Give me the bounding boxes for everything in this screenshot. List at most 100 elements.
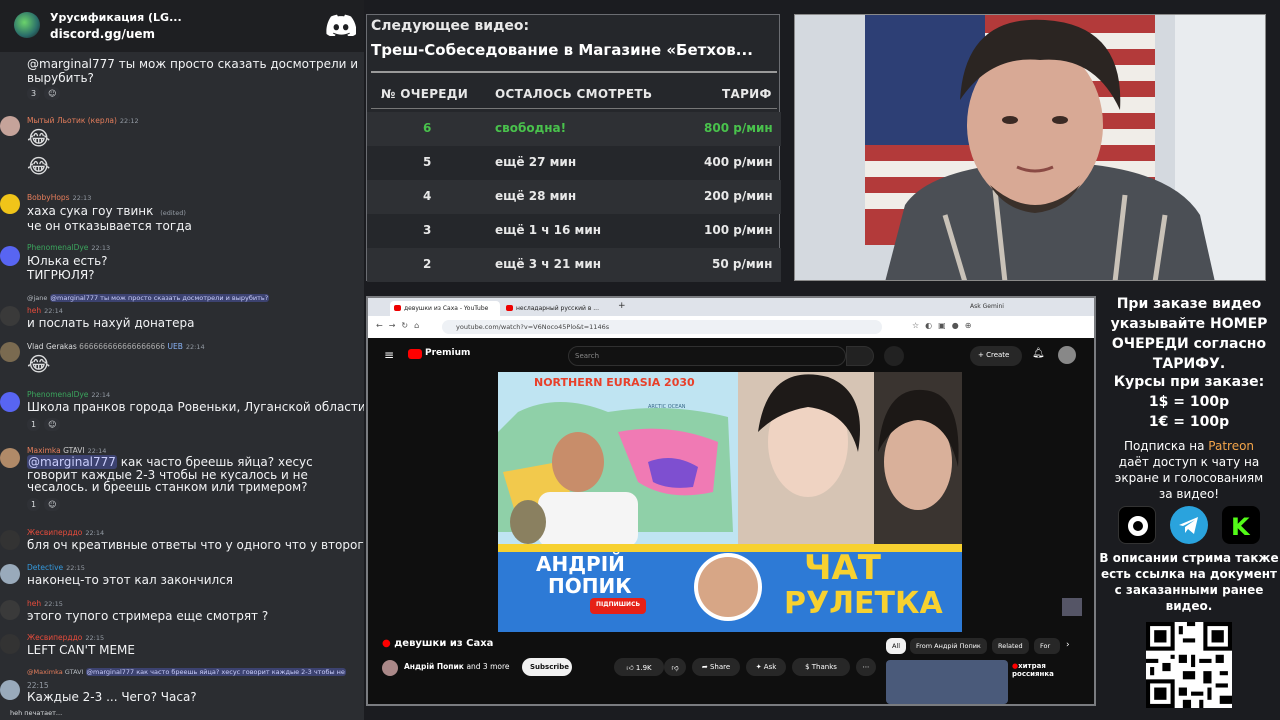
search-icon[interactable] xyxy=(846,346,874,366)
avatar[interactable] xyxy=(0,342,20,362)
server-icon xyxy=(14,12,40,38)
patreon-icon[interactable] xyxy=(1118,506,1156,544)
avatar[interactable] xyxy=(0,246,20,266)
video-name-line2: ПОПИК xyxy=(548,574,632,598)
ask-button[interactable]: ✦ Ask xyxy=(746,658,786,676)
discord-chat-panel: Урусификация (LG... discord.gg/uem @marg… xyxy=(0,0,364,720)
miniplayer-thumbnail[interactable] xyxy=(1062,598,1082,616)
menu-icon[interactable]: ≡ xyxy=(384,348,394,362)
username[interactable]: Жесвиперддо 22:15 xyxy=(27,633,104,642)
reaction-bar[interactable]: 1 ☺ xyxy=(27,497,61,511)
timestamp: 22:13 xyxy=(91,244,111,252)
reaction-count[interactable]: 3 xyxy=(27,86,41,100)
reaction-count[interactable]: 1 xyxy=(27,497,41,511)
description-info: В описании стрима также есть ссылка на д… xyxy=(1099,551,1279,613)
chip-for-you[interactable]: For xyxy=(1034,638,1060,654)
like-button[interactable]: 👍︎ 1.9K xyxy=(614,658,664,676)
message-text: бля оч креативные ответы что у одного чт… xyxy=(27,538,364,552)
create-button[interactable]: + Create xyxy=(970,346,1022,366)
new-tab-button[interactable]: + xyxy=(618,301,626,311)
url-field[interactable]: youtube.com/watch?v=V6Noco45Plo&t=1146s xyxy=(442,320,882,334)
recommended-title[interactable]: ●хитрая россиянка xyxy=(1012,662,1054,678)
qr-code-icon[interactable] xyxy=(1146,622,1232,708)
subscribe-button[interactable]: Subscribe xyxy=(522,658,572,676)
timestamp: 22:13 xyxy=(72,194,92,202)
queue-rate: 400 р/мин xyxy=(704,155,773,169)
bell-icon[interactable]: 🔔︎ xyxy=(1032,348,1045,359)
username[interactable]: PhenomenalDye 22:13 xyxy=(27,243,110,252)
rates-title: Курсы при заказе: xyxy=(1113,374,1265,390)
patreon-link[interactable]: Patreon xyxy=(1208,439,1254,453)
channel-avatar[interactable] xyxy=(382,660,398,676)
avatar[interactable] xyxy=(0,306,20,326)
recommended-thumbnail[interactable] xyxy=(886,660,1008,704)
reply-preview[interactable]: @Maximka GTAVI @marginal777 как часто бр… xyxy=(27,668,346,676)
share-button[interactable]: ➦ Share xyxy=(692,658,740,676)
message-text: LEFT CAN'T MEME xyxy=(27,643,135,657)
message-text: Каждые 2-3 ... Чего? Часа? xyxy=(27,690,197,704)
mic-icon[interactable] xyxy=(884,346,904,366)
typing-indicator: heh печатает... xyxy=(10,709,63,717)
avatar[interactable] xyxy=(0,116,20,136)
username[interactable]: Vlad Gerakas 666666666666666666 UEB 22:14 xyxy=(27,342,205,351)
server-invite[interactable]: discord.gg/uem xyxy=(50,27,155,41)
add-reaction-icon[interactable]: ☺ xyxy=(44,417,61,431)
message-text: @marginal777 как часто бреешь яйца? хесу… xyxy=(27,455,313,494)
avatar[interactable] xyxy=(0,392,20,412)
queue-rate: 50 р/мин xyxy=(712,257,773,271)
youtube-icon xyxy=(394,305,401,311)
info-panel: При заказе видео указывайте НОМЕР ОЧЕРЕД… xyxy=(1098,292,1280,720)
youtube-premium-logo[interactable]: Premium xyxy=(425,348,470,358)
tab-youtube[interactable]: девушки из Саха - YouTube xyxy=(390,301,500,316)
channel-name[interactable]: Андрій Попик and 3 more xyxy=(404,662,510,671)
reaction-bar[interactable]: 3 ☺ xyxy=(27,86,61,100)
username[interactable]: heh 22:15 xyxy=(27,599,63,608)
username[interactable]: PhenomenalDye 22:14 xyxy=(27,390,110,399)
message-list: @marginal777 ты мож просто сказать досмо… xyxy=(0,52,364,720)
ask-gemini-button[interactable]: Ask Gemini xyxy=(970,303,1004,310)
kick-icon[interactable]: K xyxy=(1222,506,1260,544)
username[interactable]: Мытый Льотик (керла) 22:12 xyxy=(27,116,139,125)
reaction-bar[interactable]: 1 ☺ xyxy=(27,417,61,431)
laughing-emoji-icon: 😂 xyxy=(27,154,51,178)
avatar[interactable] xyxy=(0,530,20,550)
search-input[interactable]: Search xyxy=(568,346,846,366)
queue-number: 5 xyxy=(423,155,432,169)
add-reaction-icon[interactable]: ☺ xyxy=(44,497,61,511)
chip-from-channel[interactable]: From Андрій Попик xyxy=(910,638,987,654)
avatar[interactable] xyxy=(0,680,20,700)
chip-all[interactable]: All xyxy=(886,638,907,654)
avatar[interactable] xyxy=(0,194,20,214)
chevron-right-icon[interactable]: › xyxy=(1066,640,1070,650)
more-icon[interactable]: ⋯ xyxy=(856,658,876,676)
reply-preview[interactable]: @jane @marginal777 ты мож просто сказать… xyxy=(27,294,270,302)
youtube-logo-icon[interactable] xyxy=(408,349,422,359)
divider xyxy=(371,108,777,109)
tab-second[interactable]: несладарный русский в ... xyxy=(502,301,612,316)
username[interactable]: Maximka GTAVI 22:14 xyxy=(27,446,106,455)
avatar[interactable] xyxy=(0,448,20,468)
video-roulette-word: РУЛЕТКА xyxy=(784,586,943,621)
username[interactable]: Жесвиперддо 22:14 xyxy=(27,528,104,537)
avatar[interactable] xyxy=(0,564,20,584)
video-player[interactable]: NORTHERN EURASIA 2030 ARCTIC OCEAN АНДРІ… xyxy=(498,372,962,632)
dislike-button[interactable]: 👎︎ xyxy=(664,658,686,676)
avatar[interactable] xyxy=(0,634,20,654)
avatar[interactable] xyxy=(0,600,20,620)
queue-row: 6 свободна! 800 р/мин xyxy=(367,112,781,146)
chip-related[interactable]: Related xyxy=(992,638,1029,654)
telegram-icon[interactable] xyxy=(1170,506,1208,544)
message-text: этого тупого стримера еще смотрят ? xyxy=(27,609,269,623)
reaction-count[interactable]: 1 xyxy=(27,417,41,431)
add-reaction-icon[interactable]: ☺ xyxy=(44,86,61,100)
account-avatar[interactable] xyxy=(1058,346,1076,364)
video-title: ● девушки из Саха xyxy=(382,638,494,649)
nav-buttons[interactable]: ←→↻⌂ xyxy=(376,321,425,330)
extension-icons[interactable]: ☆◐▣●⊕ xyxy=(912,321,977,330)
username[interactable]: Detective 22:15 xyxy=(27,563,85,572)
timestamp: 22:14 xyxy=(44,307,63,315)
thanks-button[interactable]: $ Thanks xyxy=(792,658,850,676)
username[interactable]: heh 22:14 xyxy=(27,306,63,315)
username[interactable]: BobbyHops 22:13 xyxy=(27,193,91,202)
queue-number: 4 xyxy=(423,189,432,203)
